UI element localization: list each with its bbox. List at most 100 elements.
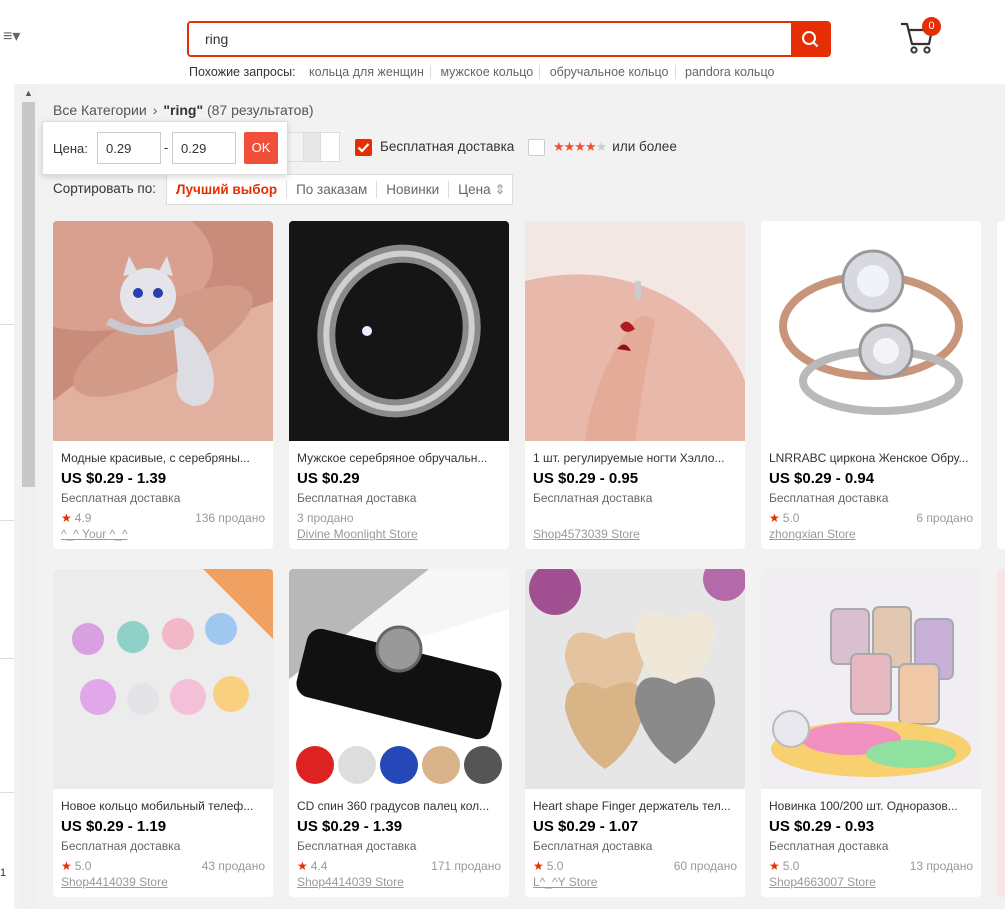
free-shipping-filter[interactable]: Бесплатная доставка bbox=[355, 139, 514, 156]
product-grid: Модные красивые, с серебряны... US $0.29… bbox=[53, 221, 1005, 909]
product-card[interactable]: Новое кольцо мобильный телеф... US $0.29… bbox=[53, 569, 273, 897]
sort-price[interactable]: Цена ⇕ bbox=[449, 181, 515, 198]
product-title[interactable]: CD спин 360 градусов палец кол... bbox=[297, 799, 503, 813]
star-icon: ★ bbox=[533, 859, 544, 873]
related-link[interactable]: кольца для женщин bbox=[303, 65, 431, 79]
product-sold-count: 136 продано bbox=[195, 511, 265, 525]
product-card[interactable]: 1 шт. регулируемые ногти Хэлло... US $0.… bbox=[525, 221, 745, 549]
grid-view-icon[interactable] bbox=[287, 133, 304, 161]
product-title[interactable]: Модные красивые, с серебряны... bbox=[61, 451, 267, 465]
product-store-link[interactable]: Shop4414039 Store bbox=[297, 875, 404, 889]
hamburger-menu-icon[interactable]: ≡▾ bbox=[0, 24, 30, 50]
product-rating-value: 4.9 bbox=[74, 511, 92, 525]
scroll-up-arrow-icon[interactable]: ▲ bbox=[20, 88, 37, 102]
product-image-steel-ring[interactable] bbox=[289, 221, 509, 441]
rating-checkbox[interactable] bbox=[528, 139, 545, 156]
product-rating-value: 5.0 bbox=[782, 859, 800, 873]
product-title[interactable]: Heart shape Finger держатель тел... bbox=[533, 799, 739, 813]
product-card[interactable]: Heart shape Finger держатель тел... US $… bbox=[525, 569, 745, 897]
breadcrumb: Все Категории › "ring" (87 результатов) bbox=[53, 102, 314, 118]
product-shipping: Бесплатная доставка bbox=[533, 839, 653, 853]
product-image-unicorn-rings[interactable] bbox=[53, 569, 273, 789]
product-rating-value: 5.0 bbox=[546, 859, 564, 873]
product-sold-count: 13 продано bbox=[909, 859, 973, 873]
left-sidebar-strip: 1 bbox=[0, 84, 14, 909]
related-link[interactable]: мужское кольцо bbox=[434, 65, 541, 79]
product-card[interactable]: LNRRABC циркона Женское Обру... US $0.29… bbox=[761, 221, 981, 549]
product-image-cd-spin-ring[interactable] bbox=[289, 569, 509, 789]
price-max-input[interactable] bbox=[172, 132, 236, 164]
star-icon: ★ bbox=[61, 859, 72, 873]
product-store-link[interactable]: L^_^Y Store bbox=[533, 875, 597, 889]
header: ≡▾ 0 Похожие запросы: кольца для женщин … bbox=[0, 0, 1005, 84]
product-shipping: Бесплатная доставка bbox=[297, 491, 417, 505]
product-sold-count: 3 продано bbox=[297, 511, 354, 525]
related-link[interactable]: pandora кольцо bbox=[679, 65, 780, 79]
sort-price-label: Цена bbox=[458, 182, 491, 197]
search-button[interactable] bbox=[791, 23, 829, 55]
product-price: US $0.29 - 0.93 bbox=[769, 818, 875, 835]
related-link[interactable]: обручальное кольцо bbox=[543, 65, 676, 79]
checkmark-icon bbox=[357, 143, 370, 153]
product-title[interactable]: 1 шт. регулируемые ногти Хэлло... bbox=[533, 451, 739, 465]
scrollbar[interactable]: ▲ bbox=[20, 84, 37, 909]
product-card[interactable]: Модные красивые, с серебряны... US $0.29… bbox=[53, 221, 273, 549]
product-store-link[interactable]: Shop4573039 Store bbox=[533, 527, 640, 541]
product-store-link[interactable]: zhongxian Store bbox=[769, 527, 856, 541]
product-rating-value: 5.0 bbox=[782, 511, 800, 525]
product-title[interactable]: Новинка 100/200 шт. Одноразов... bbox=[769, 799, 975, 813]
product-rating: ★ 5.0 bbox=[533, 859, 563, 873]
sort-newest[interactable]: Новинки bbox=[377, 181, 450, 198]
product-title[interactable]: Новое кольцо мобильный телеф... bbox=[61, 799, 267, 813]
product-store-link[interactable]: Shop4414039 Store bbox=[61, 875, 168, 889]
divider bbox=[0, 792, 14, 793]
product-price: US $0.29 - 1.19 bbox=[61, 818, 167, 835]
free-shipping-checkbox[interactable] bbox=[355, 139, 372, 156]
breadcrumb-separator: › bbox=[152, 102, 158, 118]
product-store-link[interactable]: Shop4663007 Store bbox=[769, 875, 876, 889]
product-card[interactable]: Новинка 100/200 шт. Одноразов... US $0.2… bbox=[761, 569, 981, 897]
product-image-zircon-rings[interactable] bbox=[761, 221, 981, 441]
sort-options: Лучший выбор По заказам Новинки Цена ⇕ bbox=[166, 174, 513, 205]
product-shipping: Бесплатная доставка bbox=[61, 839, 181, 853]
cart-count-badge: 0 bbox=[922, 17, 941, 36]
product-shipping: Бесплатная доставка bbox=[769, 839, 889, 853]
product-card-partial[interactable] bbox=[997, 221, 1005, 549]
scroll-thumb[interactable] bbox=[22, 102, 35, 487]
product-card-partial[interactable] bbox=[997, 569, 1005, 897]
breadcrumb-all-categories[interactable]: Все Категории bbox=[53, 102, 147, 118]
price-ok-button[interactable]: OK bbox=[244, 132, 278, 164]
rating-suffix: или более bbox=[612, 139, 677, 155]
result-count: (87 результатов) bbox=[206, 102, 314, 118]
product-image-heart-holder[interactable] bbox=[525, 569, 745, 789]
product-sold-count: 6 продано bbox=[916, 511, 973, 525]
product-store-link[interactable]: Divine Moonlight Store bbox=[297, 527, 418, 541]
view-mode-toggle[interactable] bbox=[286, 132, 340, 162]
product-store-link[interactable]: ^_^ Your ^_^ bbox=[61, 527, 128, 541]
product-rating: ★ 5.0 bbox=[769, 511, 799, 525]
sort-label: Сортировать по: bbox=[53, 181, 156, 196]
product-image-elastic-bands[interactable] bbox=[761, 569, 981, 789]
product-image-nail-ring[interactable] bbox=[525, 221, 745, 441]
list-view-icon[interactable] bbox=[304, 133, 321, 161]
price-min-input[interactable] bbox=[97, 132, 161, 164]
product-rating: ★ 4.4 bbox=[297, 859, 327, 873]
sort-orders[interactable]: По заказам bbox=[287, 181, 378, 198]
price-filter-popup: Цена: - OK bbox=[42, 121, 288, 175]
product-rating: ★ 5.0 bbox=[61, 859, 91, 873]
product-card[interactable]: Мужское серебряное обручальн... US $0.29… bbox=[289, 221, 509, 549]
cart-button[interactable]: 0 bbox=[898, 14, 946, 56]
product-title[interactable]: Мужское серебряное обручальн... bbox=[297, 451, 503, 465]
product-image-cat-ring[interactable] bbox=[53, 221, 273, 441]
product-rating-value: 5.0 bbox=[74, 859, 92, 873]
breadcrumb-query: "ring" bbox=[163, 102, 204, 118]
product-title[interactable]: LNRRABC циркона Женское Обру... bbox=[769, 451, 975, 465]
divider bbox=[0, 658, 14, 659]
rating-filter[interactable]: ★★★★★ или более bbox=[528, 139, 677, 156]
product-rating: ★ 4.9 bbox=[61, 511, 91, 525]
sort-best-match[interactable]: Лучший выбор bbox=[167, 181, 288, 198]
product-shipping: Бесплатная доставка bbox=[533, 491, 653, 505]
product-shipping: Бесплатная доставка bbox=[297, 839, 417, 853]
search-input[interactable] bbox=[189, 23, 791, 55]
product-card[interactable]: CD спин 360 градусов палец кол... US $0.… bbox=[289, 569, 509, 897]
